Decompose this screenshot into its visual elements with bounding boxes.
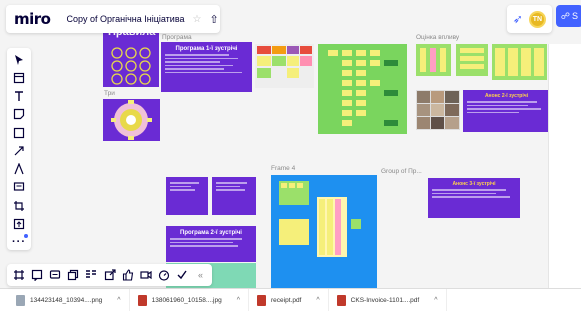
bottom-toolbar: « bbox=[7, 264, 212, 286]
frame-icon[interactable] bbox=[10, 70, 28, 85]
frame-label[interactable]: Group of Пр... bbox=[381, 168, 422, 175]
impact-frame-b[interactable] bbox=[456, 44, 488, 76]
download-item[interactable]: 138061960_10158....jpg ^ bbox=[130, 288, 250, 311]
collapse-icon[interactable]: « bbox=[193, 267, 208, 283]
program-1-card[interactable]: Програма 1-ї зустрічі bbox=[161, 42, 252, 92]
text-icon[interactable] bbox=[10, 89, 28, 104]
download-filename: receipt.pdf bbox=[271, 296, 302, 304]
chevron-up-icon[interactable]: ^ bbox=[117, 297, 120, 304]
edge-frame[interactable] bbox=[548, 44, 581, 288]
sticky-cluster-frame[interactable] bbox=[255, 44, 314, 88]
evaluation-grid[interactable] bbox=[318, 44, 407, 134]
download-filename: 134423148_10394....png bbox=[30, 296, 103, 304]
video-icon[interactable] bbox=[138, 267, 153, 283]
photo-collage[interactable] bbox=[416, 90, 460, 130]
share-button[interactable]: ☍ S bbox=[555, 5, 581, 27]
sticky-note-icon[interactable] bbox=[10, 107, 28, 122]
program-2-title: Програма 2-ї зустрічі bbox=[180, 230, 242, 236]
grid-icon[interactable] bbox=[11, 267, 26, 283]
collab-group: ➶ TN bbox=[506, 5, 552, 33]
upload-icon[interactable]: ⇧ bbox=[209, 13, 218, 26]
miro-logo[interactable]: miro bbox=[14, 10, 51, 28]
announce-2-card[interactable]: Анонс 2-ї зустрічі bbox=[463, 90, 550, 132]
program-2-card[interactable]: Програма 2-ї зустрічі bbox=[166, 226, 256, 262]
program-1-title: Програма 1-ї зустрічі bbox=[175, 46, 238, 52]
downloads-bar: 134423148_10394....png ^ 138061960_10158… bbox=[0, 288, 581, 311]
download-item[interactable]: 134423148_10394....png ^ bbox=[8, 288, 130, 311]
card-icon[interactable] bbox=[66, 267, 81, 283]
chevron-up-icon[interactable]: ^ bbox=[237, 297, 240, 304]
frame-label[interactable]: Frame 4 bbox=[271, 165, 295, 172]
impact-frame-a[interactable] bbox=[416, 44, 451, 76]
crop-icon[interactable] bbox=[10, 198, 28, 213]
kanban-icon[interactable] bbox=[84, 267, 99, 283]
pdf-file-icon bbox=[336, 294, 346, 306]
announce-3-title: Анонс 3-ї зустрічі bbox=[452, 181, 496, 187]
grid-lines bbox=[328, 50, 398, 126]
download-item[interactable]: receipt.pdf ^ bbox=[249, 288, 329, 311]
frame-4[interactable] bbox=[271, 175, 377, 288]
wheel-graphic bbox=[111, 100, 152, 140]
shape-icon[interactable] bbox=[10, 125, 28, 140]
star-icon[interactable]: ☆ bbox=[193, 14, 202, 25]
cursor-icon[interactable] bbox=[10, 52, 28, 67]
impact-frame-c[interactable] bbox=[492, 44, 547, 80]
line-icon[interactable] bbox=[10, 143, 28, 158]
share-label: S bbox=[571, 11, 578, 21]
upload-icon[interactable] bbox=[10, 216, 28, 231]
image-file-icon bbox=[137, 294, 147, 306]
frame-label[interactable]: Програма bbox=[162, 34, 192, 41]
meeting-card-a[interactable] bbox=[166, 177, 208, 215]
image-file-icon bbox=[16, 294, 25, 306]
frame-label[interactable]: Оцінка впливу bbox=[416, 34, 459, 41]
avatar[interactable]: TN bbox=[528, 10, 546, 28]
wheel-diagram[interactable] bbox=[103, 99, 160, 141]
users-icon: ☍ bbox=[560, 10, 570, 21]
pdf-file-icon bbox=[257, 294, 267, 306]
timer-icon[interactable] bbox=[157, 267, 172, 283]
announce-2-title: Анонс 2-ї зустрічі bbox=[484, 93, 529, 99]
chevron-up-icon[interactable]: ^ bbox=[316, 297, 319, 304]
board-header: miro Copy of Органічна Ініціатива ☆ ⇧ bbox=[6, 5, 220, 33]
download-filename: CKS-Invoice-1101....pdf bbox=[350, 296, 420, 304]
frame-label[interactable]: Три bbox=[104, 90, 115, 97]
board-title[interactable]: Copy of Органічна Ініціатива bbox=[66, 14, 184, 24]
header-right: ➶ TN ☍ S bbox=[506, 5, 581, 33]
share-icon[interactable] bbox=[102, 267, 117, 283]
reaction-icon[interactable]: ➶ bbox=[513, 12, 523, 26]
download-filename: 138061960_10158....jpg bbox=[151, 296, 222, 304]
vote-icon[interactable] bbox=[175, 267, 190, 283]
comment-icon[interactable] bbox=[10, 180, 28, 195]
meeting-card-b[interactable] bbox=[212, 177, 256, 215]
notification-dot bbox=[24, 234, 28, 238]
left-toolbar: ··· bbox=[7, 48, 31, 250]
like-icon[interactable] bbox=[120, 267, 135, 283]
chevron-up-icon[interactable]: ^ bbox=[434, 297, 437, 304]
chat-icon[interactable] bbox=[47, 267, 62, 283]
board-canvas[interactable]: Правила Програма Оцінка впливу Три Frame… bbox=[0, 0, 581, 288]
announce-3-card[interactable]: Анонс 3-ї зустрічі bbox=[428, 178, 520, 218]
pen-icon[interactable] bbox=[10, 162, 28, 177]
download-item[interactable]: CKS-Invoice-1101....pdf ^ bbox=[329, 288, 447, 311]
comment-icon[interactable] bbox=[29, 267, 44, 283]
